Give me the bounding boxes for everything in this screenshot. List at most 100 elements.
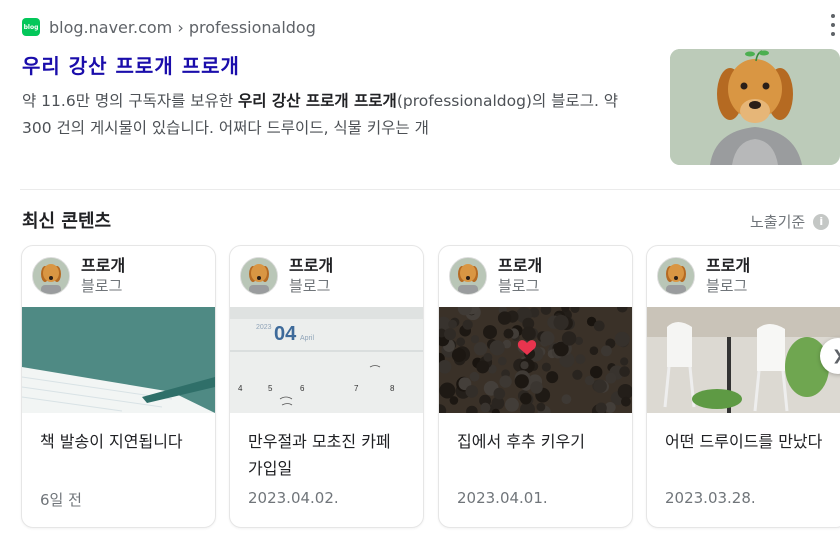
peppercorn xyxy=(521,326,536,341)
card-image xyxy=(439,307,632,413)
card-author[interactable]: 프로개 블로그 xyxy=(32,256,125,296)
desc-prefix: 약 11.6만 명의 구독자를 보유한 xyxy=(22,92,239,110)
card-date: 2023.04.01. xyxy=(457,489,548,507)
peppercorn xyxy=(469,371,480,382)
peppercorn xyxy=(520,361,529,370)
card-author[interactable]: 프로개 블로그 xyxy=(449,256,542,296)
peppercorn xyxy=(520,392,532,405)
blog-logo-icon: blog xyxy=(22,18,40,36)
card-title[interactable]: 만우절과 모초진 카페 가입일 xyxy=(248,428,408,482)
peppercorn xyxy=(600,345,612,357)
peppercorn xyxy=(503,328,514,339)
author-name: 프로개 xyxy=(81,256,126,275)
peppercorn xyxy=(489,340,505,356)
author-name: 프로개 xyxy=(498,256,543,275)
peppercorn xyxy=(476,360,490,374)
peppercorn xyxy=(444,328,456,341)
content-card[interactable]: 프로개 블로그 집에서 후추 키우기 2023.04.01. xyxy=(438,245,633,528)
card-author[interactable]: 프로개 블로그 xyxy=(240,256,333,296)
peppercorn xyxy=(498,356,507,366)
card-image: 2023 04 April 4 5 6 7 8 xyxy=(230,307,423,413)
author-type: 블로그 xyxy=(289,277,331,295)
author-name: 프로개 xyxy=(706,256,751,275)
result-url[interactable]: blog.naver.com › professionaldog xyxy=(49,18,316,37)
peppercorn xyxy=(465,385,479,398)
card-author[interactable]: 프로개 블로그 xyxy=(657,256,750,296)
svg-text:4: 4 xyxy=(238,384,243,393)
card-date: 6일 전 xyxy=(40,491,82,509)
sort-criteria[interactable]: 노출기준 i xyxy=(750,211,830,232)
content-card[interactable]: 프로개 블로그 책 발송이 지연됩니다 6일 전 xyxy=(21,245,216,528)
peppercorn xyxy=(541,362,551,372)
peppercorn xyxy=(561,331,577,346)
author-name: 프로개 xyxy=(289,256,334,275)
peppercorn xyxy=(470,335,480,344)
peppercorn xyxy=(462,319,473,330)
card-image xyxy=(647,307,840,413)
peppercorn xyxy=(619,366,630,377)
peppercorn xyxy=(593,379,607,393)
content-card[interactable]: 프로개 블로그 어떤 드루이드를 만났다 2023.03.28. xyxy=(646,245,840,528)
author-type: 블로그 xyxy=(498,277,540,295)
avatar xyxy=(32,257,70,295)
peppercorn xyxy=(546,371,559,384)
peppercorn xyxy=(553,314,569,331)
peppercorn xyxy=(561,394,572,405)
card-title[interactable]: 집에서 후추 키우기 xyxy=(457,428,617,455)
avatar xyxy=(240,257,278,295)
avatar xyxy=(449,257,487,295)
calendar-day: 04 xyxy=(274,323,297,345)
peppercorn xyxy=(448,319,457,329)
sort-label: 노출기준 xyxy=(750,213,806,231)
peppercorn xyxy=(605,372,617,384)
card-title[interactable]: 어떤 드루이드를 만났다 xyxy=(665,428,825,455)
blog-thumbnail[interactable] xyxy=(670,49,840,165)
peppercorn xyxy=(451,348,466,363)
peppercorn xyxy=(493,387,506,400)
card-date: 2023.04.02. xyxy=(248,489,339,507)
svg-text:6: 6 xyxy=(300,384,305,393)
peppercorn xyxy=(473,342,488,356)
peppercorn xyxy=(456,337,466,347)
peppercorn xyxy=(514,374,529,389)
more-options-icon[interactable] xyxy=(829,14,837,36)
peppercorn xyxy=(621,396,631,407)
result-description: 약 11.6만 명의 구독자를 보유한 우리 강산 프로개 프로개(profes… xyxy=(22,88,634,142)
peppercorn xyxy=(439,382,456,399)
svg-text:7: 7 xyxy=(354,384,359,393)
calendar-month: April xyxy=(300,335,314,342)
peppercorn xyxy=(530,381,543,394)
peppercorn xyxy=(584,375,595,386)
section-title: 최신 콘텐츠 xyxy=(22,211,112,232)
calendar-year: 2023 xyxy=(256,324,272,331)
peppercorn xyxy=(504,397,519,412)
avatar xyxy=(657,257,695,295)
result-title-link[interactable]: 우리 강산 프로개 프로개 xyxy=(22,50,240,79)
card-title[interactable]: 책 발송이 지연됩니다 xyxy=(40,428,200,455)
author-type: 블로그 xyxy=(706,277,748,295)
card-date: 2023.03.28. xyxy=(665,489,756,507)
peppercorn xyxy=(497,311,512,325)
info-icon[interactable]: i xyxy=(813,213,830,230)
desc-bold: 우리 강산 프로개 프로개 xyxy=(238,92,397,110)
peppercorn xyxy=(536,402,546,412)
peppercorn xyxy=(540,331,555,346)
peppercorn xyxy=(614,331,630,347)
author-type: 블로그 xyxy=(81,277,123,295)
peppercorn xyxy=(499,375,512,388)
peppercorn xyxy=(483,325,497,340)
dog-portrait-image xyxy=(670,49,840,165)
card-image xyxy=(22,307,215,413)
peppercorn xyxy=(575,354,586,365)
svg-text:5: 5 xyxy=(268,384,273,393)
peppercorn xyxy=(572,369,583,380)
svg-text:8: 8 xyxy=(390,384,395,393)
peppercorn xyxy=(483,352,493,362)
peppercorn xyxy=(480,402,491,413)
peppercorn xyxy=(620,357,629,366)
section-divider xyxy=(20,189,840,190)
result-source[interactable]: blog blog.naver.com › professionaldog xyxy=(22,15,316,39)
peppercorn xyxy=(589,346,599,355)
peppercorn xyxy=(593,320,605,332)
content-card[interactable]: 프로개 블로그 2023 04 April 4 5 6 7 8 만우절과 모초진… xyxy=(229,245,424,528)
